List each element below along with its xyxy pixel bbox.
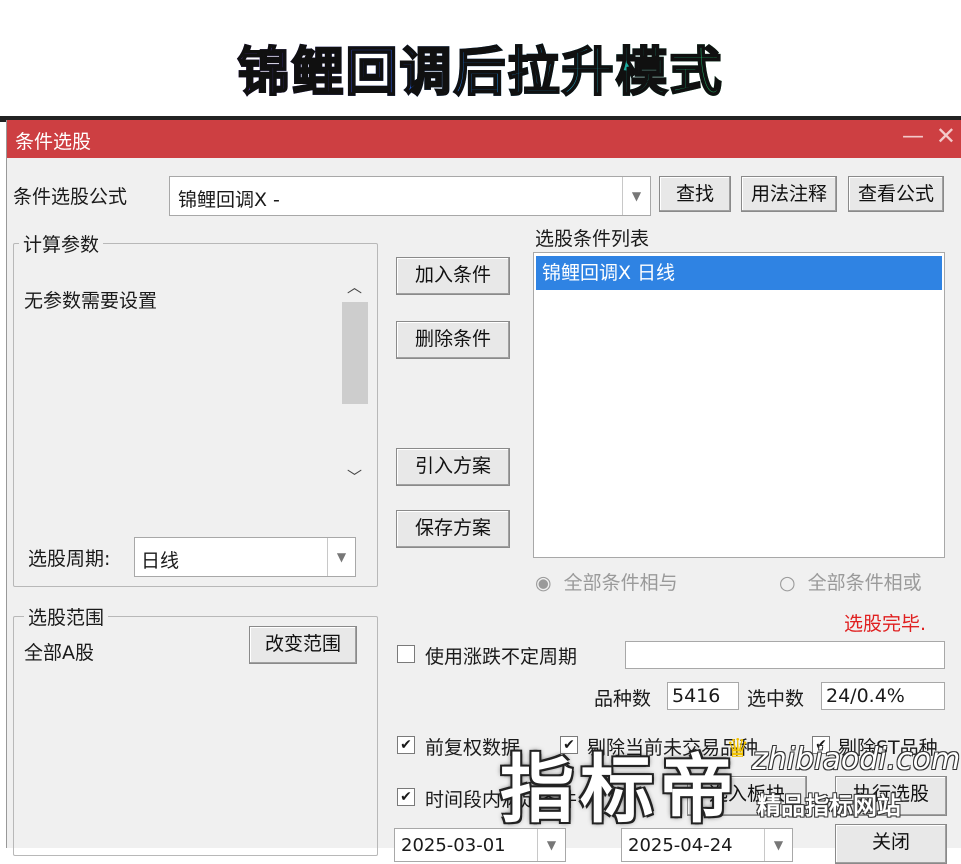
variety-count-value: 5416	[667, 682, 739, 710]
formula-label: 条件选股公式	[13, 186, 128, 208]
start-date-value: 2025-03-01	[401, 835, 506, 856]
selected-count-label: 选中数	[747, 688, 805, 710]
unfixed-period-input[interactable]	[625, 641, 945, 669]
scroll-up-icon[interactable]: ︿	[347, 276, 362, 297]
condition-list-label: 选股条件列表	[535, 228, 650, 250]
params-scrollbar[interactable]: ︿ ﹀	[341, 272, 369, 494]
formula-select[interactable]: 锦鲤回调X - ▼	[169, 176, 651, 216]
period-label: 选股周期:	[28, 548, 111, 570]
dropdown-arrow-icon[interactable]: ▼	[764, 829, 792, 861]
dropdown-arrow-icon[interactable]: ▼	[622, 177, 650, 215]
period-select[interactable]: 日线 ▼	[134, 537, 356, 577]
title-bar[interactable]: 条件选股 — ✕	[7, 120, 961, 158]
banner: 锦鲤回调后拉升模式	[0, 0, 961, 120]
unfixed-period-checkbox[interactable]	[397, 645, 415, 663]
scope-group-label: 选股范围	[24, 603, 109, 630]
checkmark-icon: ✔	[400, 737, 412, 753]
checkmark-icon: ✔	[400, 789, 412, 805]
params-message: 无参数需要设置	[24, 290, 158, 312]
prior-rights-checkbox[interactable]: ✔	[397, 736, 415, 754]
scroll-thumb[interactable]	[342, 302, 368, 404]
selected-count-value: 24/0.4%	[821, 682, 945, 710]
import-plan-button[interactable]: 引入方案	[396, 448, 510, 486]
watermark-logo: 指标帝	[500, 747, 740, 833]
logic-or-label: 全部条件相或	[807, 572, 922, 594]
close-icon[interactable]: ✕	[936, 122, 956, 150]
logic-or-radio[interactable]: ○ 全部条件相或	[779, 568, 922, 595]
params-group-label: 计算参数	[19, 230, 104, 257]
time-range-checkbox[interactable]: ✔	[397, 788, 415, 806]
change-scope-button[interactable]: 改变范围	[249, 626, 357, 664]
condition-list-item[interactable]: 锦鲤回调X 日线	[536, 256, 942, 290]
find-button[interactable]: 查找	[659, 176, 731, 212]
add-condition-button[interactable]: 加入条件	[396, 257, 510, 295]
scroll-down-icon[interactable]: ﹀	[347, 466, 362, 487]
variety-count-label: 品种数	[594, 688, 652, 710]
watermark-slogan: 精品指标网站	[757, 792, 901, 820]
save-plan-button[interactable]: 保存方案	[396, 510, 510, 548]
close-button[interactable]: 关闭	[835, 824, 947, 864]
status-text: 选股完毕.	[844, 613, 927, 635]
watermark-domain: zhibiaodi.com	[752, 742, 961, 777]
usage-notes-button[interactable]: 用法注释	[741, 176, 837, 212]
stock-selection-dialog: 条件选股 — ✕ 条件选股公式 锦鲤回调X - ▼ 查找 用法注释 查看公式 计…	[6, 120, 961, 864]
period-value: 日线	[141, 550, 180, 572]
view-formula-button[interactable]: 查看公式	[848, 176, 944, 212]
formula-value: 锦鲤回调X -	[178, 189, 280, 211]
condition-list[interactable]: 锦鲤回调X 日线	[533, 252, 945, 558]
radio-icon[interactable]: ◉	[535, 572, 552, 594]
minimize-button[interactable]: —	[902, 124, 924, 149]
scope-value: 全部A股	[24, 642, 94, 664]
crown-icon: ♛	[726, 734, 750, 764]
delete-condition-button[interactable]: 删除条件	[396, 321, 510, 359]
dropdown-arrow-icon[interactable]: ▼	[327, 538, 355, 576]
window-title: 条件选股	[15, 131, 92, 153]
end-date-value: 2025-04-24	[628, 835, 733, 856]
logic-and-radio[interactable]: ◉ 全部条件相与	[535, 568, 678, 595]
logic-and-label: 全部条件相与	[563, 572, 678, 594]
banner-title: 锦鲤回调后拉升模式	[0, 30, 961, 105]
radio-icon[interactable]: ○	[779, 572, 796, 594]
unfixed-period-label: 使用涨跌不定周期	[425, 646, 578, 668]
